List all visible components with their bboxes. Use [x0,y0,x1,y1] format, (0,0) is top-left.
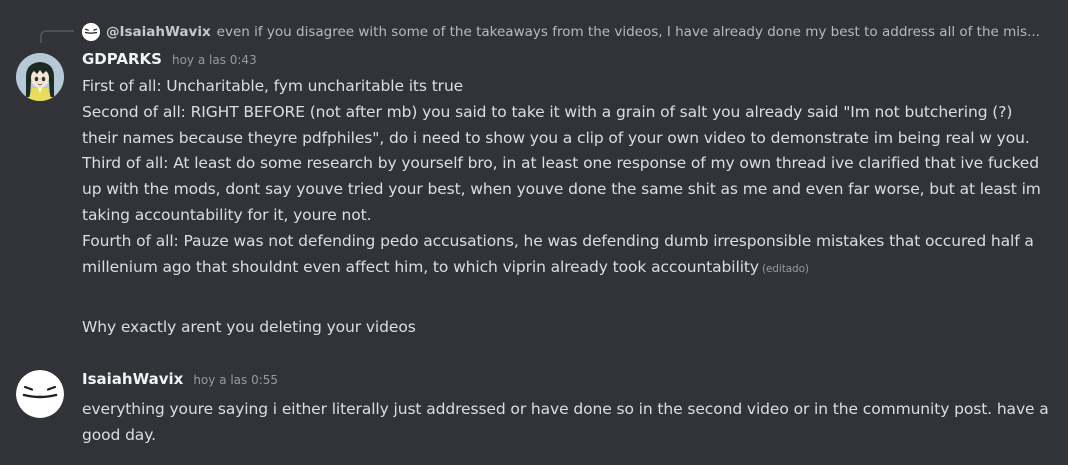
reply-spine [40,30,74,43]
reply-reference[interactable]: @IsaiahWavix even if you disagree with s… [82,22,1062,42]
message-paragraph: Fourth of all: Pauze was not defending p… [82,229,1052,283]
message-paragraph-text: Fourth of all: Pauze was not defending p… [82,231,1034,276]
message-paragraph: Second of all: RIGHT BEFORE (not after m… [82,102,1030,147]
message-paragraph: Third of all: At least do some research … [82,154,1041,224]
message-header: GDPARKS hoy a las 0:43 [82,50,257,72]
message-content: First of all: Uncharitable, fym uncharit… [82,74,1052,282]
chat-panel: @IsaiahWavix even if you disagree with s… [0,0,1068,465]
username[interactable]: IsaiahWavix [82,370,183,388]
white-blob-face-icon[interactable] [16,370,64,418]
message-header: IsaiahWavix hoy a las 0:55 [82,370,278,392]
timestamp[interactable]: hoy a las 0:43 [172,53,257,67]
username[interactable]: GDPARKS [82,50,162,68]
followup-message: Why exactly arent you deleting your vide… [82,318,416,336]
white-blob-face-icon[interactable] [82,23,100,41]
edited-label: (editado) [761,262,809,275]
anime-girl-avatar[interactable] [16,53,64,101]
message-paragraph: First of all: Uncharitable, fym uncharit… [82,77,464,95]
reply-username[interactable]: @IsaiahWavix [106,24,211,40]
message-content: everything youre saying i either literal… [82,400,1049,444]
reply-preview-text[interactable]: even if you disagree with some of the ta… [217,24,1062,40]
timestamp[interactable]: hoy a las 0:55 [193,373,278,387]
